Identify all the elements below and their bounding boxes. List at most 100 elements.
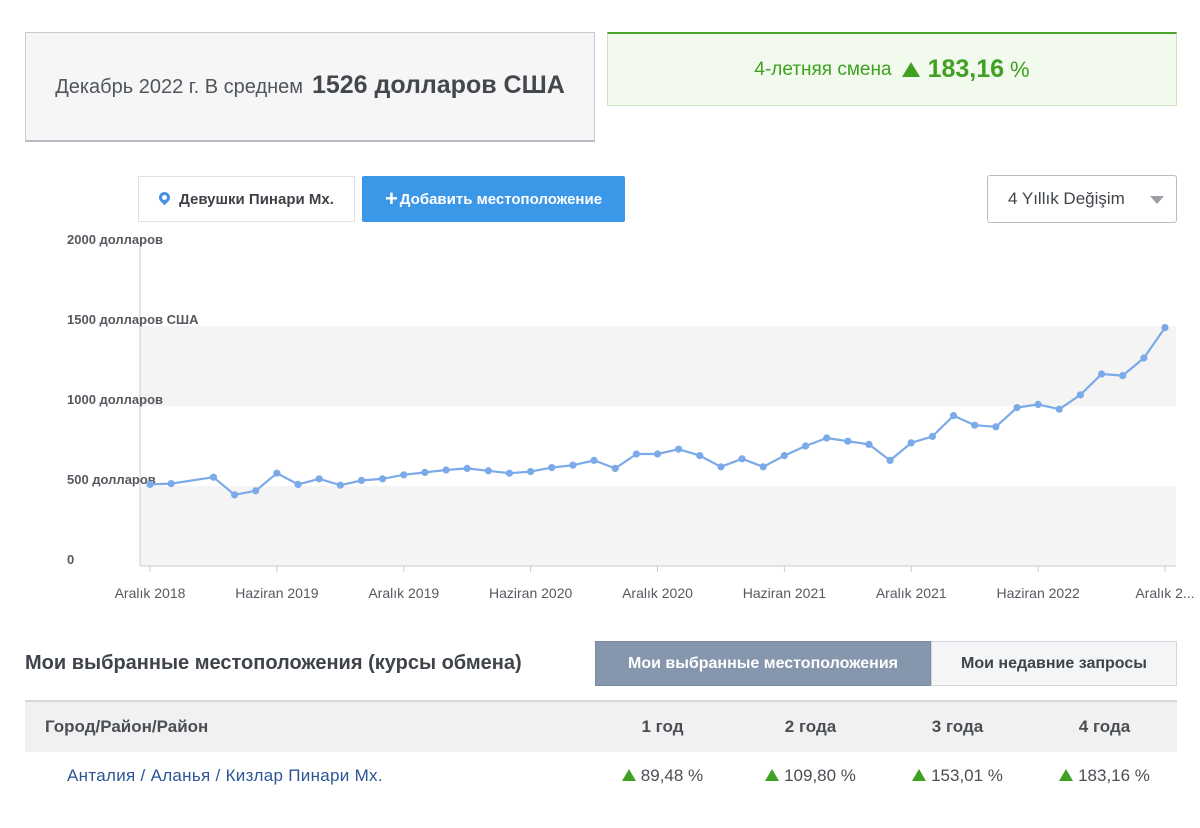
data-point [696, 452, 704, 460]
map-pin-icon [156, 189, 173, 205]
tab-recent-queries[interactable]: Мои недавние запросы [931, 641, 1177, 686]
location-chip[interactable]: Девушки Пинари Мх. [138, 176, 355, 222]
data-point [1055, 405, 1063, 413]
data-point [146, 480, 154, 488]
data-point [1076, 391, 1085, 399]
data-point [928, 432, 936, 440]
data-point [590, 456, 598, 464]
data-point [463, 464, 471, 472]
x-tick-label: Aralık 2020 [622, 585, 693, 601]
data-point [801, 442, 810, 450]
data-point [336, 481, 344, 489]
change-value: 183,16 [927, 55, 1005, 83]
change-box: 4-летняя смена 183,16 % [607, 32, 1177, 106]
change-3y-cell: 153,01 % [880, 766, 1035, 786]
average-price-text: Декабрь 2022 г. В среднем 1526 долларов … [55, 67, 565, 107]
data-point [907, 439, 915, 447]
data-point [1161, 324, 1169, 332]
data-point [315, 475, 323, 483]
column-header-4y: 4 года [1078, 717, 1131, 736]
change-2y-value: 109,80 % [784, 766, 856, 785]
data-point [252, 487, 260, 495]
y-tick-label: 1500 долларов США [67, 312, 199, 327]
x-tick-label: Haziran 2021 [743, 585, 826, 601]
data-point [632, 450, 640, 458]
band-0-500 [140, 486, 1176, 566]
x-tick-label: Haziran 2022 [996, 585, 1079, 601]
data-point [1013, 404, 1021, 412]
data-point [738, 455, 746, 463]
data-point [442, 466, 450, 474]
x-tick-label: Aralık 2... [1135, 585, 1194, 601]
data-point [357, 476, 366, 484]
x-tick-label: Aralık 2019 [368, 585, 439, 601]
up-arrow-icon [912, 769, 927, 781]
average-value: 1526 долларов США [311, 70, 565, 99]
column-header-1y: 1 год [641, 717, 684, 736]
city-link[interactable]: Анталия / Аланья / Кизлар Пинари Мх. [67, 766, 383, 786]
data-point [1097, 370, 1106, 378]
data-point [421, 468, 429, 476]
up-arrow-icon [1059, 769, 1074, 781]
average-label: Декабрь 2022 г. В среднем [55, 75, 304, 98]
y-tick-label: 0 [67, 552, 74, 567]
data-point [273, 469, 281, 477]
tab-selected-locations[interactable]: Мои выбранные местоположения [595, 641, 931, 686]
change-4y-cell: 183,16 % [1027, 766, 1182, 786]
change-4y-value: 183,16 % [1078, 766, 1150, 785]
data-point [569, 461, 577, 469]
y-tick-label: 2000 долларов [67, 232, 163, 247]
data-point [780, 452, 788, 460]
x-tick-label: Haziran 2020 [489, 585, 572, 601]
data-point [167, 480, 175, 488]
row-pin [44, 772, 53, 781]
chart-bands [140, 326, 1176, 566]
data-point [1034, 400, 1042, 408]
data-point [379, 475, 387, 483]
data-point [992, 423, 1000, 431]
data-point [1140, 354, 1148, 362]
data-point [1119, 372, 1127, 380]
column-header-3y: 3 года [931, 717, 984, 736]
change-2y-cell: 109,80 % [733, 766, 888, 786]
location-chip-label: Девушки Пинари Мх. [179, 190, 334, 208]
data-point [548, 464, 556, 472]
data-point [653, 450, 662, 458]
plus-icon: + [384, 186, 398, 211]
change-1y-cell: 89,48 % [585, 766, 740, 786]
data-point [886, 456, 894, 464]
data-point [400, 471, 408, 479]
up-arrow-icon [621, 769, 636, 781]
column-header-2y: 2 года [784, 717, 837, 736]
price-line-chart: 2000 долларов 1500 долларов США 1000 долла… [67, 232, 1195, 601]
data-point [759, 463, 767, 471]
data-point [971, 421, 979, 429]
period-select[interactable]: 4 Yıllık Değişim [987, 175, 1177, 223]
x-tick-label: Aralık 2021 [876, 585, 947, 601]
table-header: Город/Район/Район 1 год 2 года 3 года 4 … [25, 700, 1177, 752]
y-tick-label: 500 долларов [67, 472, 156, 487]
add-location-button[interactable]: + Добавить местоположение [362, 176, 625, 222]
data-point [294, 480, 302, 488]
data-point [230, 491, 239, 499]
x-tick-label: Haziran 2019 [235, 585, 318, 601]
add-location-label: Добавить местоположение [399, 190, 603, 208]
data-point [844, 437, 852, 445]
average-price-box: Декабрь 2022 г. В среднем 1526 долларов … [25, 32, 595, 142]
x-tick-label: Aralık 2018 [115, 585, 186, 601]
data-point [823, 434, 831, 442]
chevron-down-icon [1150, 196, 1164, 204]
change-1y-value: 89,48 % [640, 766, 704, 785]
x-axis-ticks: Aralık 2018 Haziran 2019 Aralık 2019 Hazira… [115, 566, 1195, 601]
selected-locations-title: Мои выбранные местоположения (курсы обме… [25, 652, 522, 674]
data-point [484, 467, 492, 475]
data-point [675, 445, 683, 453]
band-1000-1500 [140, 326, 1176, 406]
up-arrow-icon [765, 769, 780, 781]
change-3y-value: 153,01 % [931, 766, 1003, 785]
change-label: 4-летняя смена [754, 58, 892, 80]
y-tick-label: 1000 долларов [67, 392, 163, 407]
data-point [949, 412, 958, 420]
up-arrow-icon [901, 62, 920, 77]
period-select-value: 4 Yıllık Değişim [1008, 189, 1125, 208]
